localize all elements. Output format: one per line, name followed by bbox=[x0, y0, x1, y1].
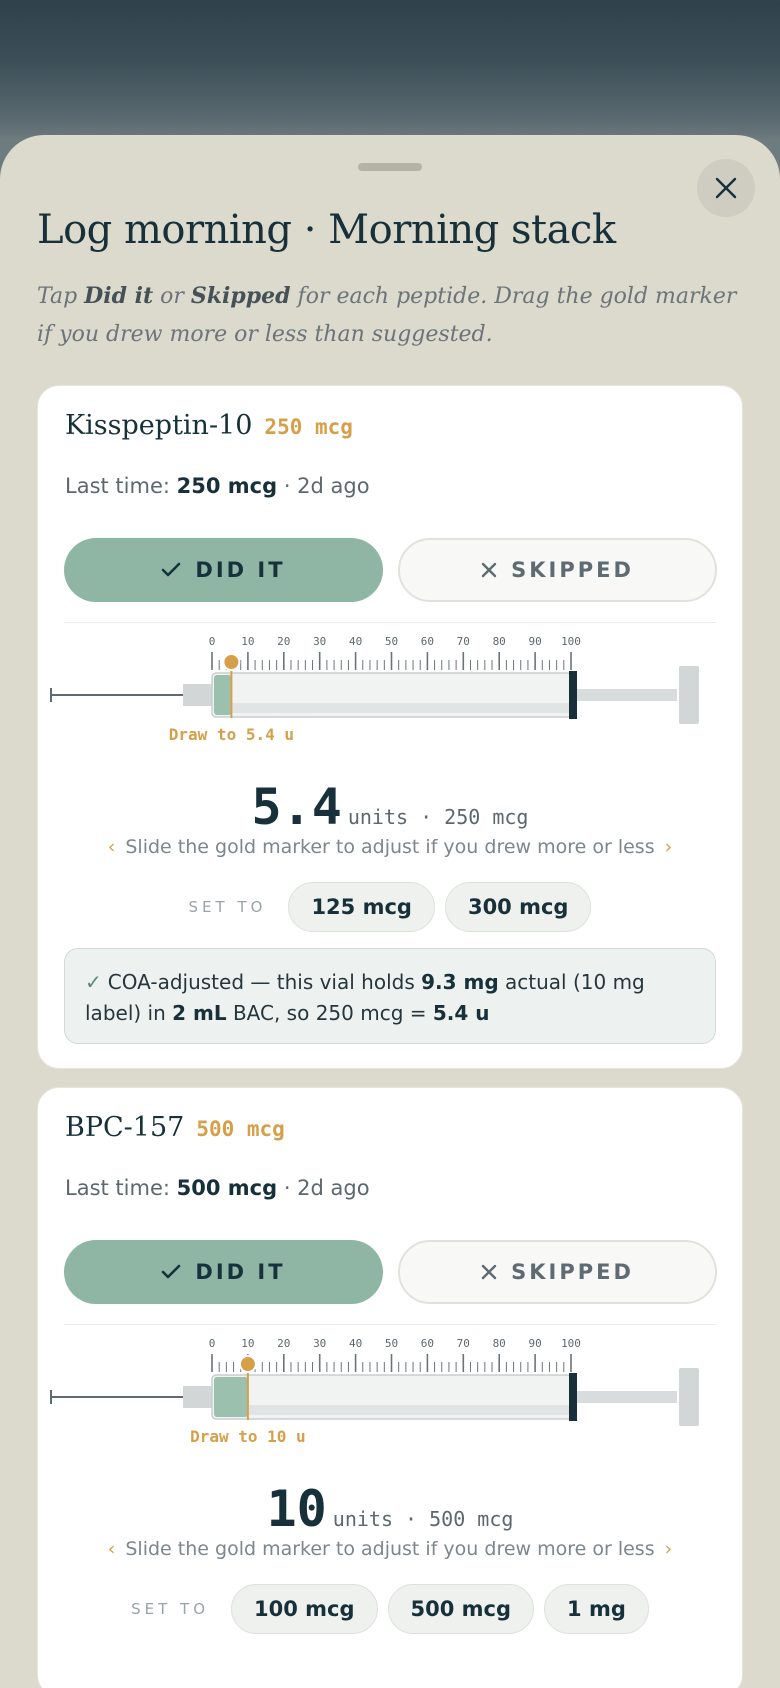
last-time: Last time: 500 mcg · 2d ago bbox=[65, 1176, 370, 1200]
scale-label: 100 bbox=[561, 1337, 581, 1350]
divider bbox=[64, 1324, 716, 1325]
preset-chip[interactable]: 300 mcg bbox=[444, 882, 592, 932]
plunger-rod bbox=[577, 689, 677, 701]
check-icon: ✓ bbox=[85, 970, 102, 994]
gold-marker-handle[interactable] bbox=[238, 1355, 257, 1373]
scale-label: 50 bbox=[385, 1337, 398, 1350]
set-to-label: SET TO bbox=[188, 898, 267, 916]
close-icon bbox=[481, 1264, 497, 1280]
scale-label: 0 bbox=[209, 1337, 216, 1350]
preset-chip[interactable]: 100 mcg bbox=[231, 1584, 378, 1634]
chevron-left-icon[interactable]: ‹ bbox=[108, 1538, 116, 1560]
set-to-row: SET TO 125 mcg 300 mcg bbox=[38, 882, 742, 932]
close-button[interactable] bbox=[697, 159, 755, 217]
syringe-fill bbox=[214, 675, 232, 715]
units-value: 5.4 bbox=[251, 778, 342, 836]
card-title: BPC-157 500 mcg bbox=[65, 1112, 285, 1143]
scale-label: 40 bbox=[349, 1337, 362, 1350]
preset-chip[interactable]: 1 mg bbox=[544, 1584, 649, 1634]
gold-marker-handle[interactable] bbox=[222, 653, 241, 671]
syringe-gauge[interactable]: 0 10 20 30 40 50 60 70 80 90 100 Draw to 5.4 u bbox=[38, 630, 744, 760]
scale-label: 0 bbox=[209, 635, 216, 648]
scale-label: 80 bbox=[493, 635, 506, 648]
close-icon bbox=[715, 177, 737, 199]
scale-label: 90 bbox=[528, 1337, 541, 1350]
units-suffix: units · 250 mcg bbox=[347, 805, 529, 829]
skipped-button[interactable]: SKIPPED bbox=[398, 538, 717, 602]
units-suffix: units · 500 mcg bbox=[332, 1507, 514, 1531]
peptide-name: Kisspeptin-10 bbox=[65, 410, 253, 441]
scale-label: 60 bbox=[421, 1337, 434, 1350]
scale-label: 40 bbox=[349, 635, 362, 648]
chevron-right-icon[interactable]: › bbox=[665, 1538, 673, 1560]
plunger-rod bbox=[577, 1391, 677, 1403]
chevron-right-icon[interactable]: › bbox=[665, 836, 673, 858]
last-time: Last time: 250 mcg · 2d ago bbox=[65, 474, 370, 498]
adjust-hint: ‹ Slide the gold marker to adjust if you … bbox=[107, 1538, 673, 1560]
check-icon bbox=[162, 562, 181, 577]
scale-label: 90 bbox=[528, 635, 541, 648]
dose-tag: 250 mcg bbox=[264, 415, 353, 439]
scale-label: 60 bbox=[421, 635, 434, 648]
check-icon bbox=[162, 1264, 181, 1279]
plunger-flange bbox=[679, 666, 699, 724]
scale-label: 10 bbox=[241, 1337, 254, 1350]
scale-label: 50 bbox=[385, 635, 398, 648]
scale-label: 100 bbox=[561, 635, 581, 648]
syringe-fill bbox=[214, 1377, 248, 1417]
scale-label: 30 bbox=[313, 1337, 326, 1350]
chevron-left-icon[interactable]: ‹ bbox=[108, 836, 116, 858]
did-it-button[interactable]: DID IT bbox=[64, 538, 383, 602]
close-icon bbox=[481, 562, 497, 578]
plunger-stopper bbox=[569, 671, 577, 719]
scale-label: 70 bbox=[457, 635, 470, 648]
card-title: Kisspeptin-10 250 mcg bbox=[65, 410, 353, 441]
draw-to-label: Draw to 5.4 u bbox=[169, 725, 294, 744]
scale-label: 30 bbox=[313, 635, 326, 648]
dose-tag: 500 mcg bbox=[196, 1117, 285, 1141]
scale-label: 70 bbox=[457, 1337, 470, 1350]
log-sheet: Log morning · Morning stack Tap Did it o… bbox=[0, 135, 780, 1688]
preset-chip[interactable]: 125 mcg bbox=[288, 882, 435, 932]
adjust-hint: ‹ Slide the gold marker to adjust if you … bbox=[107, 836, 673, 858]
divider bbox=[64, 622, 716, 623]
sheet-title: Log morning · Morning stack bbox=[37, 207, 616, 253]
units-readout: 5.4 units · 250 mcg bbox=[38, 778, 742, 836]
draw-to-label: Draw to 10 u bbox=[190, 1427, 306, 1446]
did-it-button[interactable]: DID IT bbox=[64, 1240, 383, 1304]
units-value: 10 bbox=[266, 1480, 327, 1538]
set-to-label: SET TO bbox=[131, 1600, 210, 1618]
scale-label: 10 bbox=[241, 635, 254, 648]
peptide-card-kisspeptin: Kisspeptin-10 250 mcg Last time: 250 mcg … bbox=[37, 385, 743, 1069]
peptide-card-bpc157: BPC-157 500 mcg Last time: 500 mcg · 2d a… bbox=[37, 1087, 743, 1688]
needle-hub bbox=[183, 1386, 213, 1408]
syringe-gauge[interactable]: 0 10 20 30 40 50 60 70 80 90 100 Draw to 10 u bbox=[38, 1332, 744, 1462]
units-readout: 10 units · 500 mcg bbox=[38, 1480, 742, 1538]
coa-note: ✓ COA-adjusted — this vial holds 9.3 mg a… bbox=[64, 948, 716, 1044]
barrel-shade bbox=[214, 1405, 569, 1415]
preset-chip[interactable]: 500 mcg bbox=[387, 1584, 535, 1634]
sheet-subtitle: Tap Did it or Skipped for each peptide. … bbox=[37, 283, 737, 347]
scale-label: 20 bbox=[277, 1337, 290, 1350]
set-to-row: SET TO 100 mcg 500 mcg 1 mg bbox=[38, 1584, 742, 1634]
scale-label: 80 bbox=[493, 1337, 506, 1350]
sheet-grabber[interactable] bbox=[358, 163, 422, 171]
scale-label: 20 bbox=[277, 635, 290, 648]
plunger-stopper bbox=[569, 1373, 577, 1421]
plunger-flange bbox=[679, 1368, 699, 1426]
peptide-name: BPC-157 bbox=[65, 1112, 185, 1143]
needle-hub bbox=[183, 684, 213, 706]
barrel-shade bbox=[214, 703, 569, 713]
skipped-button[interactable]: SKIPPED bbox=[398, 1240, 717, 1304]
